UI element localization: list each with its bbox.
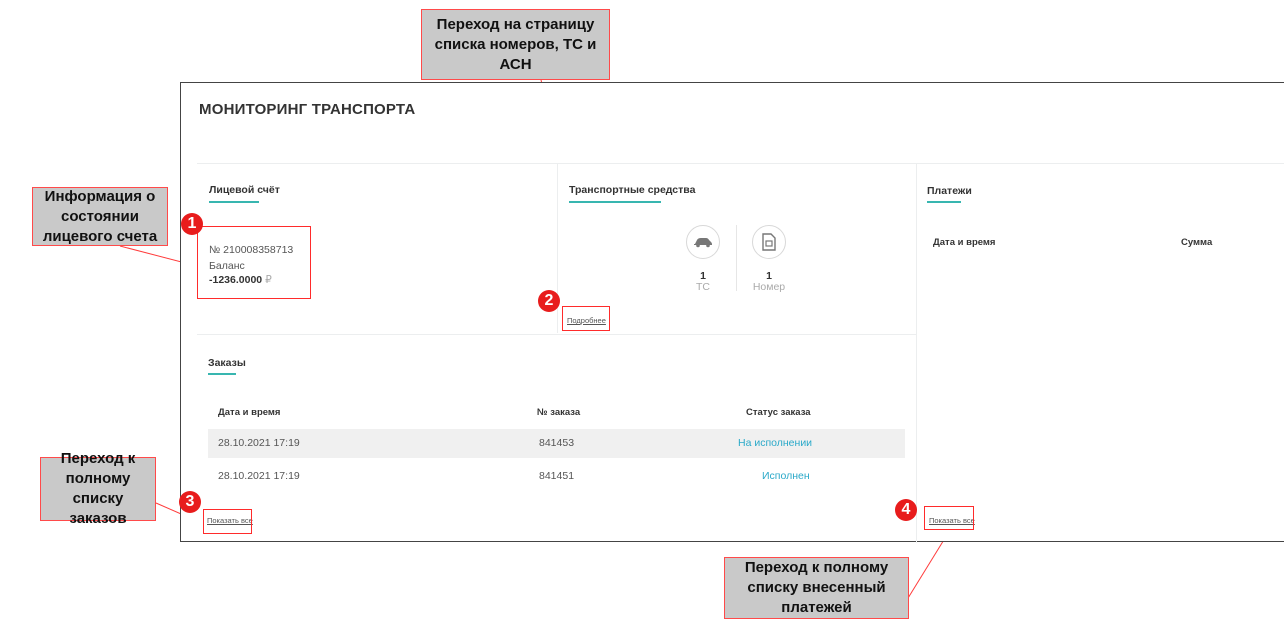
orders-col-number: № заказа [537,407,581,418]
page-title: МОНИТОРИНГ ТРАНСПОРТА [199,101,416,118]
orders-col-status: Статус заказа [746,407,811,418]
callout-account-info: Информация о состоянии лицевого счета [32,187,168,246]
highlight-account-info [197,226,311,299]
number-count-label: Номер [752,281,786,293]
divider [197,163,1284,164]
orders-col-datetime: Дата и время [218,407,281,418]
sim-card-icon[interactable] [752,225,786,259]
orders-title-underline [208,373,236,375]
order-status: На исполнении [738,437,813,449]
payments-title-underline [927,201,961,203]
order-number: 841451 [539,470,575,482]
order-datetime: 28.10.2021 17:19 [218,470,300,482]
payments-col-sum: Сумма [1181,237,1213,248]
account-title-underline [209,201,259,203]
order-number: 841453 [539,437,575,449]
marker-1: 1 [181,213,203,235]
divider [736,225,737,291]
highlight-orders-show-all [203,509,252,534]
transport-monitoring-panel: МОНИТОРИНГ ТРАНСПОРТА Лицевой счёт № 210… [180,82,1284,543]
marker-4: 4 [895,499,917,521]
account-title: Лицевой счёт [209,184,280,196]
orders-title: Заказы [208,357,246,369]
vehicles-title: Транспортные средства [569,184,696,196]
callout-orders-full-list: Переход к полному списку заказов [40,450,156,527]
vehicle-count-label: ТС [696,281,710,293]
payments-col-datetime: Дата и время [933,237,996,248]
marker-3: 3 [179,491,201,513]
order-datetime: 28.10.2021 17:19 [218,437,300,449]
divider [197,334,916,335]
marker-2: 2 [538,290,560,312]
order-status: Исполнен [762,470,810,482]
highlight-details-link [562,306,610,331]
payments-title: Платежи [927,185,972,197]
divider [916,163,917,543]
car-icon[interactable] [686,225,720,259]
highlight-payments-show-all [924,506,974,530]
callout-numbers-page: Переход на страницу списка номеров, ТС и… [421,9,610,80]
vehicles-title-underline [569,201,661,203]
callout-payments-full-list: Переход к полному списку внесенный плате… [724,557,909,619]
